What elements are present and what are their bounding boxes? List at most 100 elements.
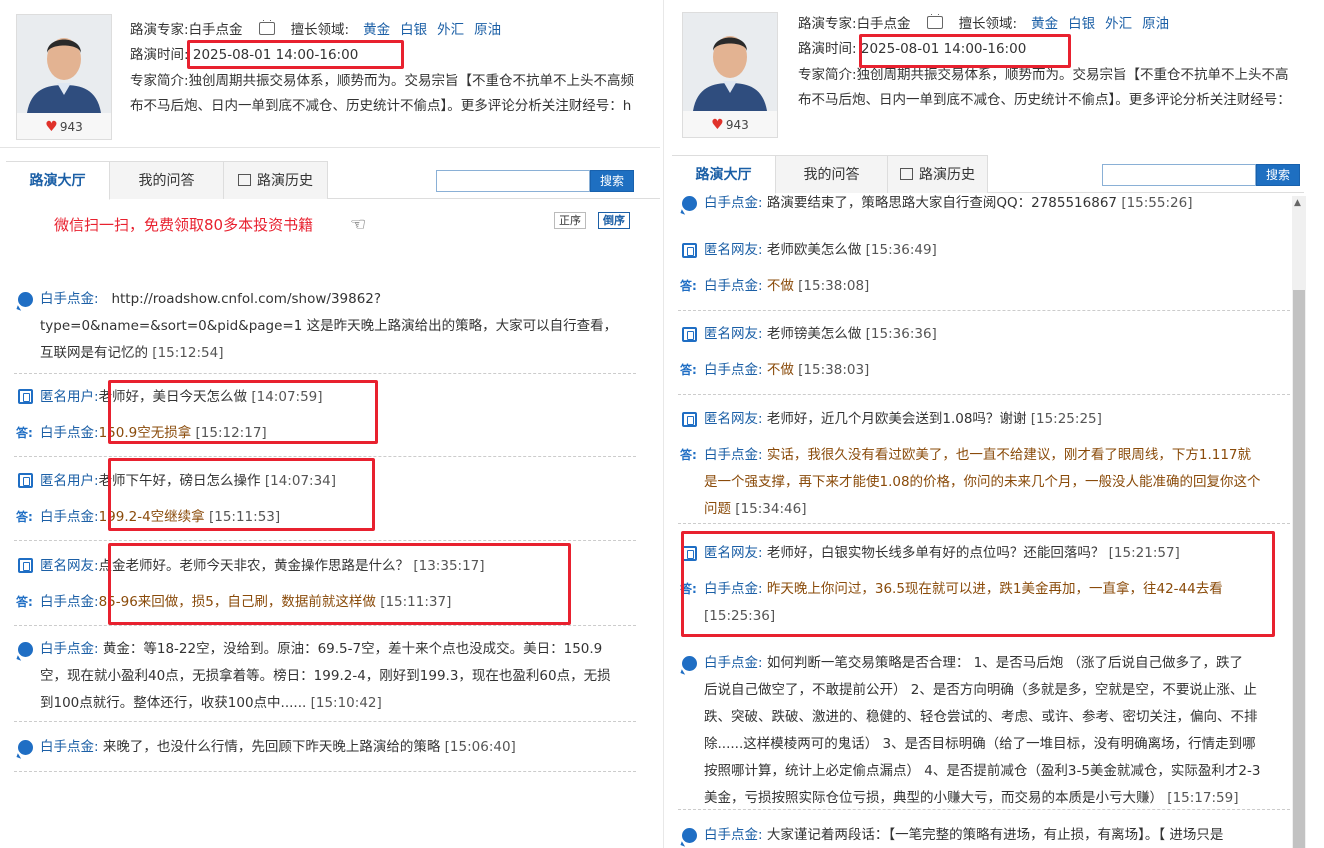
answer-icon: 答: [16, 595, 33, 609]
expert-label: 路演专家: [130, 22, 189, 38]
calendar-icon [238, 174, 251, 186]
intro-label: 专家简介: [798, 67, 857, 83]
expert-avatar[interactable]: ♥ 943 [682, 12, 778, 138]
intro-row-2: 布不马后炮、日内一单到底不减仓、历史统计不偷点】。更多评论分析关注财经号： [798, 90, 1324, 110]
tab-roadshow-hall[interactable]: 路演大厅 [6, 161, 110, 200]
chat-bubble-icon [682, 828, 697, 843]
list-item-qa: 匿名用户:老师好，美日今天怎么做 [14:07:59] 答: 白手点金:150.9… [14, 383, 636, 457]
field-tag-gold[interactable]: 黄金 [1031, 16, 1058, 32]
expert-avatar[interactable]: ♥ 943 [16, 14, 112, 140]
time-value: 2025-08-01 14:00-16:00 [860, 41, 1027, 57]
answer-icon: 答: [680, 448, 697, 462]
question-icon [682, 243, 697, 258]
expert-name: 白手点金 [188, 22, 243, 38]
chat-bubble-icon [18, 642, 33, 657]
time-label: 路演时间: [798, 41, 857, 57]
expert-label: 路演专家: [798, 16, 857, 32]
list-item-qa: 匿名网友: 老师好，白银实物长线多单有好的点位吗？还能回落吗？ [15:21:5… [680, 545, 1223, 624]
sort-asc-button[interactable]: 正序 [554, 212, 586, 229]
heart-icon: ♥ [45, 119, 58, 135]
field-tag-gold[interactable]: 黄金 [363, 22, 390, 38]
field-tag-silver[interactable]: 白银 [400, 22, 427, 38]
answer-icon: 答: [680, 363, 697, 377]
question-icon [18, 389, 33, 404]
scroll-up-icon[interactable]: ▲ [1294, 198, 1301, 208]
field-tag-forex[interactable]: 外汇 [437, 22, 464, 38]
list-item: 白手点金: 大家谨记着两段话：【一笔完整的策略有进场，有止损，有离场】。【 进场… [678, 822, 1290, 848]
search-input[interactable] [1102, 164, 1256, 186]
list-item-qa: 匿名网友: 老师好，近几个月欧美会送到1.08吗？谢谢 [15:25:25] 答… [678, 406, 1290, 524]
list-item: 白手点金: 来晚了，也没什么行情，先回顾下昨天晚上路演给的策略 [15:06:4… [14, 734, 636, 772]
tab-history[interactable]: 路演历史 [224, 161, 328, 199]
promo-text[interactable]: 微信扫一扫，免费领取80多本投资书籍 [54, 214, 313, 235]
list-item-qa: 匿名用户:老师下午好，磅日怎么操作 [14:07:34] 答: 白手点金:199.… [14, 467, 636, 541]
field-label: 擅长领域: [958, 16, 1018, 32]
search-input[interactable] [436, 170, 590, 192]
avatar-photo [683, 13, 777, 111]
tv-icon[interactable] [258, 22, 275, 35]
list-item: 白手点金: http://roadshow.cnfol.com/show/398… [14, 286, 636, 374]
expert-name: 白手点金 [856, 16, 911, 32]
calendar-icon [900, 168, 913, 180]
field-tag-forex[interactable]: 外汇 [1105, 16, 1132, 32]
expert-name-row: 路演专家:白手点金 擅长领域: 黄金 白银 外汇 原油 [798, 14, 1324, 34]
field-tag-oil[interactable]: 原油 [474, 22, 501, 38]
tab-roadshow-hall[interactable]: 路演大厅 [672, 155, 776, 194]
question-icon [682, 412, 697, 427]
intro-row-2: 布不马后炮、日内一单到底不减仓、历史统计不偷点】。更多评论分析关注财经号：h [130, 96, 660, 116]
sort-desc-button[interactable]: 倒序 [598, 212, 630, 229]
like-count[interactable]: ♥ 943 [683, 117, 777, 133]
tab-bar: 路演大厅 我的问答 路演历史 搜索 [6, 161, 660, 200]
time-label: 路演时间: [130, 47, 189, 63]
list-item: 白手点金: 路演要结束了，策略思路大家自行查阅QQ：2785516867 [15… [678, 190, 1290, 226]
intro-text-2: 布不马后炮、日内一单到底不减仓、历史统计不偷点】。更多评论分析关注财经号：h [130, 98, 632, 114]
roadshow-time-row: 路演时间: 2025-08-01 14:00-16:00 [798, 39, 1324, 59]
heart-icon: ♥ [711, 117, 724, 133]
tab-bar: 路演大厅 我的问答 路演历史 搜索 [672, 155, 1304, 194]
tab-my-qa[interactable]: 我的问答 [776, 155, 888, 193]
search-button[interactable]: 搜索 [590, 170, 634, 192]
left-roadshow-panel: ♥ 943 路演专家:白手点金 擅长领域: 黄金 白银 外汇 原油 路演时间: 2025-0… [0, 0, 660, 848]
chat-bubble-icon [682, 196, 697, 211]
intro-row-1: 专家简介:独创周期共振交易体系，顺势而为。交易宗旨【不重仓不抗单不上头不高 [798, 65, 1324, 85]
roadshow-time-row: 路演时间: 2025-08-01 14:00-16:00 [130, 45, 660, 65]
scrollbar-thumb[interactable] [1293, 290, 1305, 848]
answer-icon: 答: [680, 279, 697, 293]
tab-my-qa[interactable]: 我的问答 [110, 161, 224, 199]
chat-bubble-icon [18, 292, 33, 307]
intro-text: 独创周期共振交易体系，顺势而为。交易宗旨【不重仓不抗单不上头不高频 [188, 73, 635, 89]
tab-history[interactable]: 路演历史 [888, 155, 988, 193]
answer-icon: 答: [16, 426, 33, 440]
answer-icon: 答: [680, 582, 697, 596]
expert-profile: ♥ 943 路演专家:白手点金 擅长领域: 黄金 白银 外汇 原油 路演时间: 2025-0… [0, 0, 660, 148]
like-count[interactable]: ♥ 943 [17, 119, 111, 135]
search-button[interactable]: 搜索 [1256, 164, 1300, 186]
field-tag-silver[interactable]: 白银 [1068, 16, 1095, 32]
intro-text: 独创周期共振交易体系，顺势而为。交易宗旨【不重仓不抗单不上头不高 [856, 67, 1289, 83]
intro-row-1: 专家简介:独创周期共振交易体系，顺势而为。交易宗旨【不重仓不抗单不上头不高频 [130, 71, 660, 91]
question-icon [682, 546, 697, 561]
avatar-photo [17, 15, 111, 113]
expert-profile: ♥ 943 路演专家:白手点金 擅长领域: 黄金 白银 外汇 原油 路演时间: 2025-0… [664, 0, 1324, 148]
answer-icon: 答: [16, 510, 33, 524]
list-item: 白手点金: 黄金：等18-22空，没给到。原油：69.5-7空，差十来个点也没成… [14, 636, 636, 722]
time-value: 2025-08-01 14:00-16:00 [192, 47, 359, 63]
field-tag-oil[interactable]: 原油 [1142, 16, 1169, 32]
list-item-qa: 匿名网友: 老师镑美怎么做 [15:36:36] 答: 白手点金: 不做 [15:… [678, 321, 1290, 395]
question-icon [18, 558, 33, 573]
intro-text-2: 布不马后炮、日内一单到底不减仓、历史统计不偷点】。更多评论分析关注财经号： [798, 92, 1291, 108]
tv-icon[interactable] [926, 16, 943, 29]
right-roadshow-panel: ♥ 943 路演专家:白手点金 擅长领域: 黄金 白银 外汇 原油 路演时间: 2025-0… [663, 0, 1324, 848]
question-icon [18, 473, 33, 488]
chat-bubble-icon [18, 740, 33, 755]
intro-label: 专家简介: [130, 73, 189, 89]
chat-bubble-icon [682, 656, 697, 671]
expert-name-row: 路演专家:白手点金 擅长领域: 黄金 白银 外汇 原油 [130, 20, 660, 40]
hand-pointer-icon: ☜ [350, 214, 367, 235]
list-item: 白手点金: 如何判断一笔交易策略是否合理： 1、是否马后炮 （涨了后说自己做多了… [678, 650, 1290, 810]
list-item-qa: 匿名网友: 老师欧美怎么做 [15:36:49] 答: 白手点金: 不做 [15:… [678, 237, 1290, 311]
scrollbar[interactable]: ▲ [1292, 196, 1306, 848]
question-icon [682, 327, 697, 342]
field-label: 擅长领域: [290, 22, 350, 38]
list-item-qa: 匿名网友:点金老师好。老师今天非农，黄金操作思路是什么？ [13:35:17] … [14, 552, 636, 626]
